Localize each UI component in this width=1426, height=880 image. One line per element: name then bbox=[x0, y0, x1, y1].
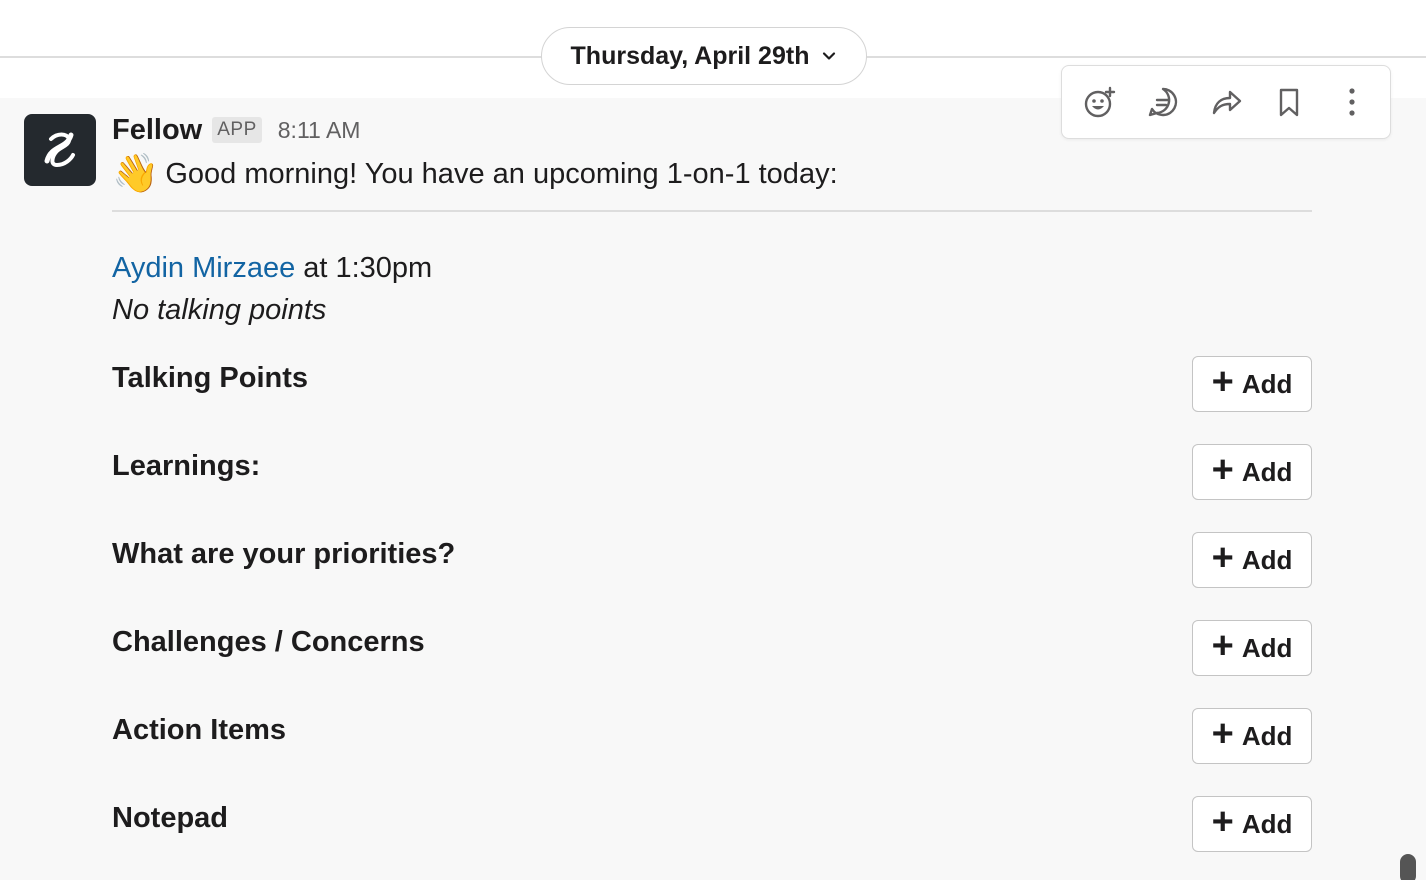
message-header: Fellow APP 8:11 AM bbox=[112, 112, 360, 148]
add-button-learnings[interactable]: + Add bbox=[1192, 444, 1312, 500]
add-button-label: Add bbox=[1241, 456, 1293, 487]
date-label: Thursday, April 29th bbox=[570, 41, 810, 70]
save-for-later-button[interactable] bbox=[1264, 77, 1314, 127]
person-link[interactable]: Aydin Mirzaee bbox=[112, 252, 295, 285]
sender-name[interactable]: Fellow bbox=[112, 114, 202, 147]
date-divider-button[interactable]: Thursday, April 29th bbox=[541, 27, 867, 85]
section-label: Learnings: bbox=[112, 450, 261, 482]
add-button-label: Add bbox=[1241, 808, 1293, 839]
more-actions-icon bbox=[1349, 88, 1355, 116]
add-reaction-icon bbox=[1084, 86, 1115, 118]
section-label: Challenges / Concerns bbox=[112, 626, 425, 658]
add-reaction-button[interactable] bbox=[1075, 77, 1125, 127]
section-label: Action Items bbox=[112, 714, 287, 746]
chevron-down-icon bbox=[821, 48, 837, 64]
add-button-label: Add bbox=[1241, 720, 1293, 751]
meeting-line: Aydin Mirzaee at 1:30pm bbox=[112, 248, 432, 288]
message-actions-toolbar bbox=[1061, 65, 1391, 139]
reply-in-thread-icon bbox=[1148, 87, 1177, 117]
add-button-talking-points[interactable]: + Add bbox=[1192, 356, 1312, 412]
add-button-label: Add bbox=[1241, 632, 1293, 663]
plus-icon: + bbox=[1211, 713, 1234, 755]
share-icon bbox=[1212, 90, 1242, 115]
section-row-learnings: Learnings: + Add bbox=[112, 444, 1312, 500]
bookmark-icon bbox=[1279, 88, 1299, 117]
section-row-talking-points: Talking Points + Add bbox=[112, 356, 1312, 412]
fellow-logo-icon bbox=[44, 132, 75, 168]
meeting-time: at 1:30pm bbox=[303, 251, 433, 284]
plus-icon: + bbox=[1211, 537, 1234, 579]
plus-icon: + bbox=[1211, 361, 1234, 403]
section-row-priorities: What are your priorities? + Add bbox=[112, 532, 1312, 588]
plus-icon: + bbox=[1211, 625, 1234, 667]
greeting-line: 👋 Good morning! You have an upcoming 1-o… bbox=[112, 150, 838, 198]
section-label: Talking Points bbox=[112, 362, 309, 394]
section-row-challenges: Challenges / Concerns + Add bbox=[112, 620, 1312, 676]
add-button-label: Add bbox=[1241, 368, 1293, 399]
add-button-notepad[interactable]: + Add bbox=[1192, 796, 1312, 852]
app-badge: APP bbox=[212, 117, 262, 143]
message-timestamp[interactable]: 8:11 AM bbox=[278, 117, 361, 144]
more-actions-button[interactable] bbox=[1327, 77, 1377, 127]
add-button-label: Add bbox=[1241, 544, 1293, 575]
message-divider bbox=[112, 210, 1312, 212]
scrollbar-thumb[interactable] bbox=[1400, 854, 1416, 880]
no-talking-points-text: No talking points bbox=[112, 294, 327, 326]
add-button-priorities[interactable]: + Add bbox=[1192, 532, 1312, 588]
greeting-text: Good morning! You have an upcoming 1-on-… bbox=[165, 157, 838, 190]
wave-emoji-icon: 👋 bbox=[112, 153, 160, 195]
section-label: What are your priorities? bbox=[112, 538, 456, 570]
section-row-notepad: Notepad + Add bbox=[112, 796, 1312, 852]
plus-icon: + bbox=[1211, 449, 1234, 491]
add-button-action-items[interactable]: + Add bbox=[1192, 708, 1312, 764]
plus-icon: + bbox=[1211, 801, 1234, 843]
reply-in-thread-button[interactable] bbox=[1138, 77, 1188, 127]
share-message-button[interactable] bbox=[1201, 77, 1251, 127]
section-row-action-items: Action Items + Add bbox=[112, 708, 1312, 764]
app-avatar[interactable] bbox=[24, 114, 96, 186]
section-label: Notepad bbox=[112, 802, 228, 834]
add-button-challenges[interactable]: + Add bbox=[1192, 620, 1312, 676]
